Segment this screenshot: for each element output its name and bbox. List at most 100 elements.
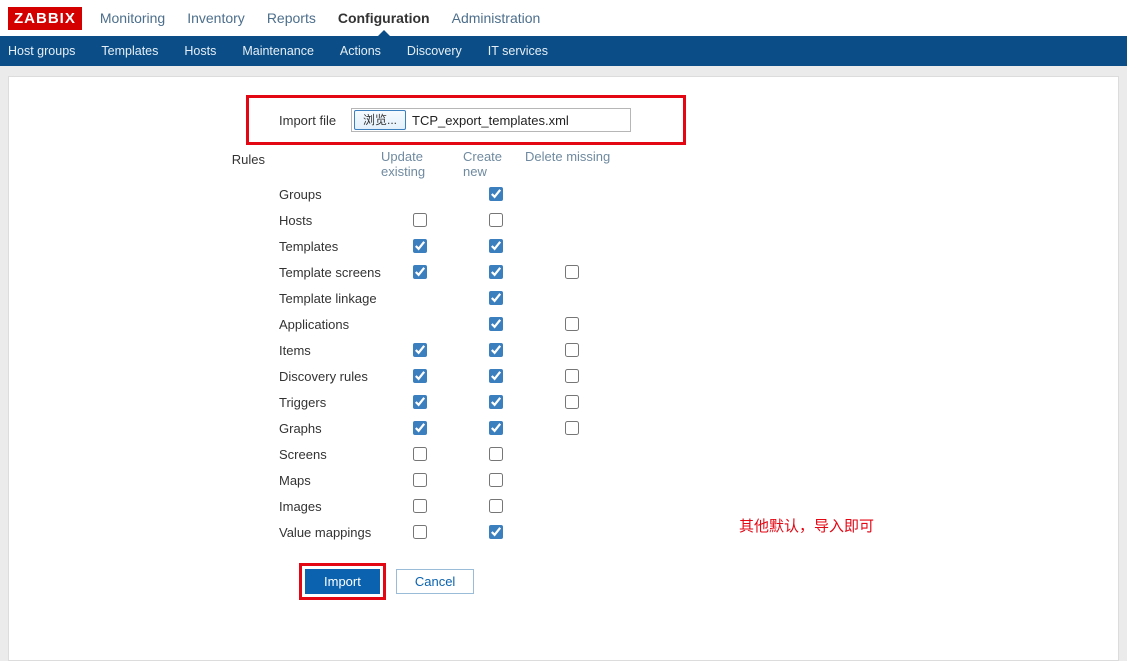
checkbox-dm[interactable] xyxy=(565,369,579,383)
topnav-item-reports[interactable]: Reports xyxy=(267,0,316,36)
checkbox-cn[interactable] xyxy=(489,213,503,227)
rule-row: Screens xyxy=(279,441,1108,467)
rule-label: Screens xyxy=(279,447,409,462)
checkbox-dm[interactable] xyxy=(565,265,579,279)
checkbox-dm[interactable] xyxy=(565,343,579,357)
rule-cell-ue xyxy=(409,262,485,282)
file-input[interactable]: 浏览... TCP_export_templates.xml xyxy=(351,108,631,132)
rule-cell-ue xyxy=(409,496,485,516)
rule-label: Maps xyxy=(279,473,409,488)
checkbox-ue[interactable] xyxy=(413,447,427,461)
subnav-item-maintenance[interactable]: Maintenance xyxy=(242,44,314,58)
checkbox-cn[interactable] xyxy=(489,525,503,539)
rule-cell-cn xyxy=(485,496,561,516)
checkbox-cn[interactable] xyxy=(489,265,503,279)
subnav-item-templates[interactable]: Templates xyxy=(101,44,158,58)
logo: ZABBIX xyxy=(8,7,82,30)
checkbox-cn[interactable] xyxy=(489,317,503,331)
rule-cell-cn xyxy=(485,340,561,360)
rules-label: Rules xyxy=(19,149,279,171)
rule-cell-ue xyxy=(409,392,485,412)
topnav-item-monitoring[interactable]: Monitoring xyxy=(100,0,165,36)
rule-cell-cn xyxy=(485,392,561,412)
rule-label: Template screens xyxy=(279,265,409,280)
rule-label: Templates xyxy=(279,239,409,254)
checkbox-dm[interactable] xyxy=(565,421,579,435)
checkbox-ue[interactable] xyxy=(413,499,427,513)
import-file-highlight: Import file 浏览... TCP_export_templates.x… xyxy=(246,95,686,145)
rule-cell-dm xyxy=(561,366,637,386)
checkbox-ue[interactable] xyxy=(413,395,427,409)
col-create-new: Create new xyxy=(463,149,525,179)
rule-cell-cn xyxy=(485,314,561,334)
topnav-item-administration[interactable]: Administration xyxy=(452,0,541,36)
rule-row: Discovery rules xyxy=(279,363,1108,389)
checkbox-dm[interactable] xyxy=(565,395,579,409)
checkbox-ue[interactable] xyxy=(413,473,427,487)
subnav-item-actions[interactable]: Actions xyxy=(340,44,381,58)
checkbox-cn[interactable] xyxy=(489,395,503,409)
rule-cell-dm xyxy=(561,262,637,282)
checkbox-cn[interactable] xyxy=(489,291,503,305)
subnav-item-it-services[interactable]: IT services xyxy=(488,44,548,58)
rule-label: Template linkage xyxy=(279,291,409,306)
checkbox-ue[interactable] xyxy=(413,525,427,539)
checkbox-ue[interactable] xyxy=(413,213,427,227)
annotation-text: 其他默认，导入即可 xyxy=(739,515,874,536)
selected-filename: TCP_export_templates.xml xyxy=(412,113,569,128)
import-file-label: Import file xyxy=(279,113,345,128)
checkbox-ue[interactable] xyxy=(413,265,427,279)
rule-label: Images xyxy=(279,499,409,514)
checkbox-cn[interactable] xyxy=(489,343,503,357)
rules-column-headers: Update existing Create new Delete missin… xyxy=(381,149,1108,179)
checkbox-cn[interactable] xyxy=(489,499,503,513)
button-row: Import Cancel xyxy=(299,563,1108,600)
rule-cell-ue xyxy=(409,340,485,360)
rule-cell-dm xyxy=(561,340,637,360)
rule-cell-dm xyxy=(561,392,637,412)
rule-cell-ue xyxy=(409,470,485,490)
import-button[interactable]: Import xyxy=(305,569,380,594)
rule-cell-ue xyxy=(409,418,485,438)
rule-label: Graphs xyxy=(279,421,409,436)
rule-label: Groups xyxy=(279,187,409,202)
rules-table: Groups Hosts Templates Template screens Temp… xyxy=(279,181,1108,545)
rule-row: Hosts xyxy=(279,207,1108,233)
rule-row: Triggers xyxy=(279,389,1108,415)
cancel-button[interactable]: Cancel xyxy=(396,569,474,594)
rule-label: Discovery rules xyxy=(279,369,409,384)
rule-cell-dm xyxy=(561,418,637,438)
checkbox-cn[interactable] xyxy=(489,421,503,435)
browse-button[interactable]: 浏览... xyxy=(354,110,406,130)
rule-label: Value mappings xyxy=(279,525,409,540)
rule-row: Groups xyxy=(279,181,1108,207)
checkbox-cn[interactable] xyxy=(489,447,503,461)
col-delete-missing: Delete missing xyxy=(525,149,635,179)
checkbox-ue[interactable] xyxy=(413,421,427,435)
topnav-item-inventory[interactable]: Inventory xyxy=(187,0,245,36)
subnav-item-host-groups[interactable]: Host groups xyxy=(8,44,75,58)
rule-row: Maps xyxy=(279,467,1108,493)
rule-cell-cn xyxy=(485,184,561,204)
topnav-item-configuration[interactable]: Configuration xyxy=(338,0,430,36)
rule-cell-ue xyxy=(409,522,485,542)
checkbox-ue[interactable] xyxy=(413,239,427,253)
subnav-item-hosts[interactable]: Hosts xyxy=(184,44,216,58)
rule-cell-cn xyxy=(485,470,561,490)
rule-cell-cn xyxy=(485,418,561,438)
checkbox-dm[interactable] xyxy=(565,317,579,331)
rule-row: Value mappings xyxy=(279,519,1108,545)
rule-row: Images xyxy=(279,493,1108,519)
subnav-item-discovery[interactable]: Discovery xyxy=(407,44,462,58)
checkbox-cn[interactable] xyxy=(489,239,503,253)
rule-row: Items xyxy=(279,337,1108,363)
checkbox-ue[interactable] xyxy=(413,343,427,357)
checkbox-ue[interactable] xyxy=(413,369,427,383)
checkbox-cn[interactable] xyxy=(489,473,503,487)
rule-row: Template linkage xyxy=(279,285,1108,311)
rule-cell-cn xyxy=(485,262,561,282)
checkbox-cn[interactable] xyxy=(489,369,503,383)
checkbox-cn[interactable] xyxy=(489,187,503,201)
col-update-existing: Update existing xyxy=(381,149,463,179)
rule-cell-cn xyxy=(485,366,561,386)
